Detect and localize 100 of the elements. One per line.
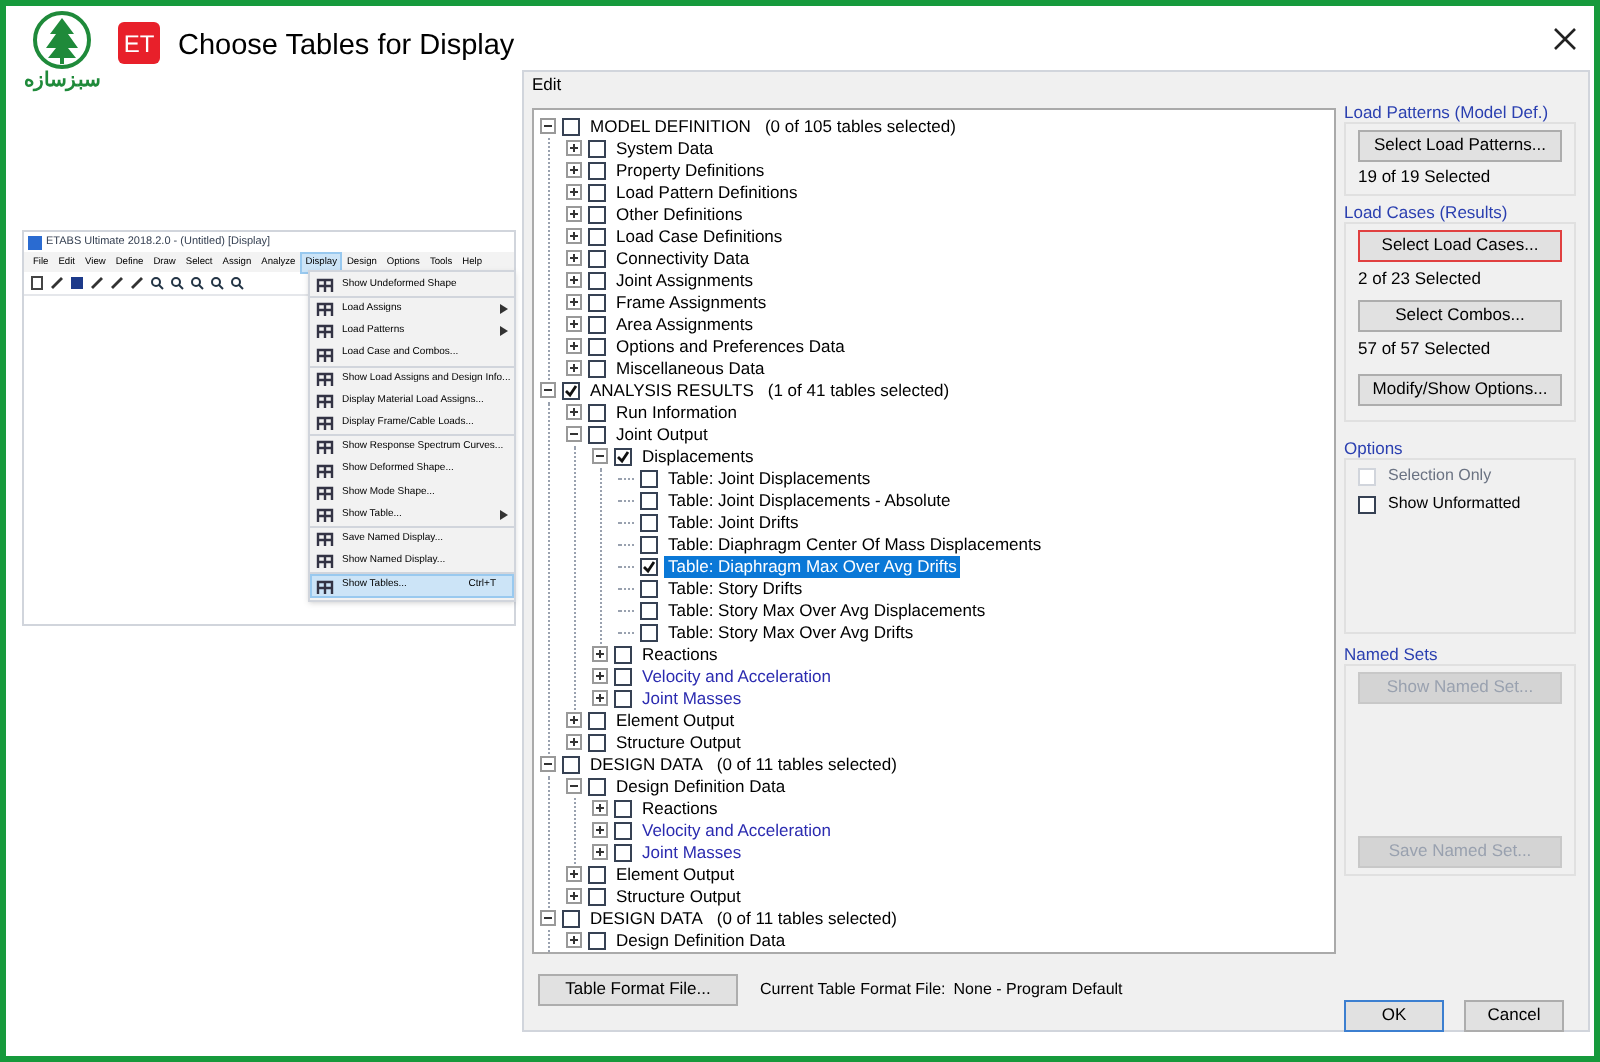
checkbox[interactable] [614,799,632,818]
expand-icon[interactable] [566,404,582,421]
checkbox[interactable] [588,183,606,202]
collapse-icon[interactable] [540,118,556,135]
checkbox[interactable] [640,491,658,510]
tree-item[interactable]: Displacements [638,445,758,468]
checkbox[interactable] [588,777,606,796]
expand-icon[interactable] [566,360,582,377]
tree-item[interactable]: Structure Output [612,885,745,908]
tree-item[interactable]: Table: Story Max Over Avg Drifts [664,621,918,644]
zoom-icon[interactable] [210,276,224,290]
expand-icon[interactable] [566,228,582,245]
checkbox[interactable] [614,667,632,686]
tree-item[interactable]: Connectivity Data [612,247,754,270]
tree-item[interactable]: Joint Masses [638,841,746,864]
tree-item[interactable]: Table: Joint Displacements [664,467,875,490]
expand-icon[interactable] [566,184,582,201]
checkbox[interactable] [588,337,606,356]
expand-icon[interactable] [592,844,608,861]
tree-item[interactable]: DESIGN DATA [586,907,707,930]
tree-item[interactable]: Other Definitions [612,203,747,226]
expand-icon[interactable] [566,162,582,179]
checkbox[interactable] [588,403,606,422]
checkbox[interactable] [562,117,580,136]
expand-icon[interactable] [566,932,582,949]
checkbox[interactable] [614,645,632,664]
checkbox[interactable] [588,315,606,334]
zoom-icon[interactable] [190,276,204,290]
tree-item[interactable]: Table: Diaphragm Max Over Avg Drifts [664,555,961,578]
save-icon[interactable] [70,276,84,290]
tree-item[interactable]: Table: Story Max Over Avg Displacements [664,599,990,622]
zoom-icon[interactable] [150,276,164,290]
expand-icon[interactable] [566,316,582,333]
checkbox[interactable] [588,161,606,180]
tree-item[interactable]: DESIGN DATA [586,753,707,776]
checkbox[interactable] [640,469,658,488]
checkbox[interactable] [588,887,606,906]
tree-item[interactable]: Reactions [638,797,722,820]
checkbox[interactable] [640,513,658,532]
checkbox[interactable] [562,755,580,774]
expand-icon[interactable] [592,822,608,839]
checkbox[interactable] [562,909,580,928]
tree-item[interactable]: Table: Diaphragm Center Of Mass Displacements [664,533,1046,556]
checkbox[interactable] [588,711,606,730]
checkbox[interactable] [614,843,632,862]
collapse-icon[interactable] [540,382,556,399]
cancel-button[interactable]: Cancel [1464,999,1564,1032]
checkbox[interactable] [588,139,606,158]
checkbox[interactable] [588,733,606,752]
select-load-patterns-button[interactable]: Select Load Patterns... [1358,129,1562,162]
tree-item[interactable]: Load Case Definitions [612,225,787,248]
tree-item[interactable]: Velocity and Acceleration [638,819,836,842]
checkbox[interactable] [1358,495,1376,514]
checkbox[interactable] [614,689,632,708]
tree-item[interactable]: Element Output [612,709,739,732]
tree-item[interactable]: Options and Preferences Data [612,335,849,358]
expand-icon[interactable] [566,272,582,289]
checkbox[interactable] [588,931,606,950]
tree-item[interactable]: Miscellaneous Data [612,357,769,380]
collapse-icon[interactable] [566,778,582,795]
expand-icon[interactable] [592,800,608,817]
expand-icon[interactable] [566,338,582,355]
tree-item[interactable]: Table: Story Drifts [664,577,807,600]
tree-item[interactable]: Joint Assignments [612,269,758,292]
checkbox[interactable] [588,359,606,378]
tree-item[interactable]: Joint Masses [638,687,746,710]
menu-item[interactable]: Edit [532,72,562,98]
tree-item[interactable]: Table: Joint Displacements - Absolute [664,489,955,512]
tree-item[interactable]: Structure Output [612,731,745,754]
checkbox[interactable] [588,205,606,224]
checkbox[interactable] [588,227,606,246]
table-format-button[interactable]: Table Format File... [538,973,738,1006]
tree-item[interactable]: Design Definition Data [612,929,790,952]
page-icon[interactable] [30,276,44,290]
checkbox[interactable] [588,271,606,290]
expand-icon[interactable] [592,690,608,707]
tree-item[interactable]: Design Definition Data [612,775,790,798]
close-icon[interactable] [1554,28,1576,50]
expand-icon[interactable] [566,140,582,157]
expand-icon[interactable] [566,206,582,223]
expand-icon[interactable] [592,668,608,685]
ok-button[interactable]: OK [1344,999,1444,1032]
checkbox[interactable] [640,601,658,620]
pencil-icon[interactable] [110,276,124,290]
expand-icon[interactable] [592,646,608,663]
expand-icon[interactable] [566,294,582,311]
tree-item[interactable]: Run Information [612,401,741,424]
collapse-icon[interactable] [592,448,608,465]
zoom-icon[interactable] [170,276,184,290]
checkbox[interactable] [640,557,658,576]
checkbox[interactable] [640,579,658,598]
zoom-icon[interactable] [230,276,244,290]
collapse-icon[interactable] [540,910,556,927]
checkbox[interactable] [588,293,606,312]
tree-item[interactable]: System Data [612,137,718,160]
tree-item[interactable]: Reactions [638,643,722,666]
tree-item[interactable]: ANALYSIS RESULTS [586,379,758,402]
checkbox[interactable] [640,623,658,642]
checkbox[interactable] [588,249,606,268]
tree-item[interactable]: Element Output [612,863,739,886]
